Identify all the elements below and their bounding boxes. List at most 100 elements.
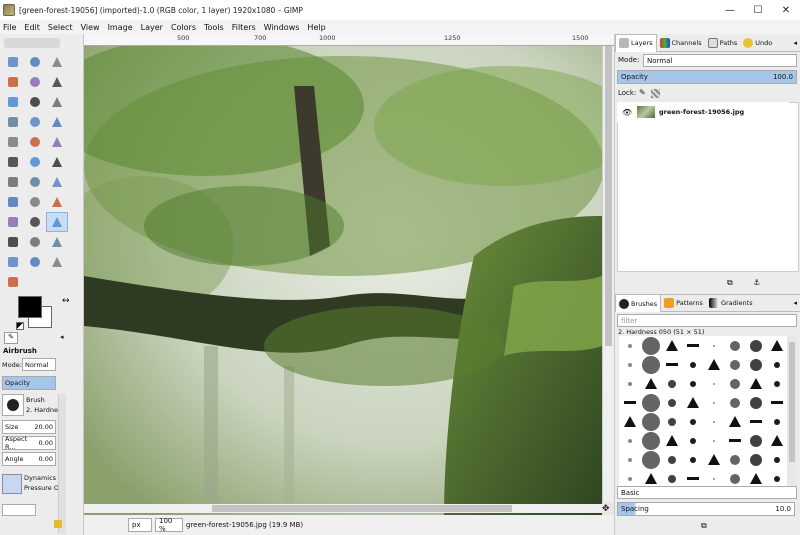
- select-by-color-tool[interactable]: [24, 72, 46, 92]
- scale-tool[interactable]: [2, 152, 24, 172]
- maximize-button[interactable]: ☐: [744, 0, 772, 20]
- brush-item[interactable]: [703, 355, 724, 374]
- eraser-tool[interactable]: [24, 212, 46, 232]
- brush-item[interactable]: [619, 393, 640, 412]
- perspective-clone-tool[interactable]: [2, 252, 24, 272]
- brush-item[interactable]: [745, 374, 766, 393]
- brush-item[interactable]: [703, 393, 724, 412]
- brush-item[interactable]: [682, 469, 703, 486]
- horizontal-scrollbar[interactable]: [84, 504, 602, 513]
- brush-item[interactable]: [682, 450, 703, 469]
- brush-item[interactable]: [661, 412, 682, 431]
- brush-item[interactable]: [661, 355, 682, 374]
- brush-item[interactable]: [640, 412, 661, 431]
- default-colors-icon[interactable]: [16, 322, 24, 330]
- flip-tool[interactable]: [2, 172, 24, 192]
- menu-select[interactable]: Select: [48, 23, 73, 32]
- tab-layers[interactable]: Layers: [615, 33, 657, 52]
- brush-item[interactable]: [745, 450, 766, 469]
- brush-item[interactable]: [724, 374, 745, 393]
- horizontal-scroll-thumb[interactable]: [212, 505, 512, 512]
- brushes-scrollbar[interactable]: [787, 336, 797, 486]
- menu-help[interactable]: Help: [307, 23, 325, 32]
- pencil-tool[interactable]: [46, 192, 68, 212]
- layer-mode-select[interactable]: Normal: [643, 54, 797, 67]
- brush-item[interactable]: [703, 336, 724, 355]
- brush-item[interactable]: [682, 431, 703, 450]
- menu-file[interactable]: File: [3, 23, 16, 32]
- tab-paths[interactable]: Paths: [705, 34, 741, 52]
- brush-item[interactable]: [745, 412, 766, 431]
- brush-item[interactable]: [724, 450, 745, 469]
- brush-item[interactable]: [766, 469, 787, 486]
- ellipse-select-tool[interactable]: [24, 52, 46, 72]
- brush-item[interactable]: [724, 469, 745, 486]
- brush-filter-input[interactable]: filter: [617, 314, 797, 327]
- brush-item[interactable]: [682, 393, 703, 412]
- brush-item[interactable]: [640, 374, 661, 393]
- text-tool[interactable]: [46, 172, 68, 192]
- dodge-burn-tool[interactable]: [2, 272, 24, 292]
- brush-item[interactable]: [766, 355, 787, 374]
- layer-opacity-slider[interactable]: Opacity 100.0: [617, 70, 797, 84]
- foreground-color[interactable]: [18, 296, 42, 318]
- mode-select[interactable]: Normal: [22, 358, 56, 371]
- brush-item[interactable]: [766, 336, 787, 355]
- fuzzy-select-tool[interactable]: [2, 72, 24, 92]
- menu-colors[interactable]: Colors: [171, 23, 196, 32]
- spacing-slider[interactable]: Spacing 10.0: [617, 502, 795, 516]
- rotate-tool[interactable]: [46, 132, 68, 152]
- color-picker-tool[interactable]: [46, 92, 68, 112]
- brush-item[interactable]: [724, 336, 745, 355]
- tab-brushes[interactable]: Brushes: [615, 294, 662, 312]
- brush-item[interactable]: [619, 469, 640, 486]
- brush-item[interactable]: [619, 412, 640, 431]
- shear-tool[interactable]: [24, 152, 46, 172]
- tool-options-tab-icon[interactable]: ✎: [4, 332, 18, 344]
- eye-icon[interactable]: 👁: [622, 108, 632, 117]
- menu-image[interactable]: Image: [108, 23, 133, 32]
- brush-item[interactable]: [640, 450, 661, 469]
- blur-tool[interactable]: [24, 252, 46, 272]
- anchor-icon[interactable]: ⚓: [753, 278, 760, 287]
- tab-undo[interactable]: Undo: [740, 34, 775, 52]
- brush-item[interactable]: [640, 431, 661, 450]
- brush-item[interactable]: [745, 336, 766, 355]
- menu-filters[interactable]: Filters: [232, 23, 256, 32]
- opacity-slider[interactable]: Opacity: [2, 376, 56, 390]
- dynamics-icon[interactable]: [2, 474, 22, 494]
- heal-tool[interactable]: [46, 232, 68, 252]
- brush-item[interactable]: [724, 393, 745, 412]
- bucket-fill-tool[interactable]: [2, 192, 24, 212]
- brush-item[interactable]: [640, 355, 661, 374]
- brush-item[interactable]: [745, 355, 766, 374]
- lock-alpha-icon[interactable]: [651, 89, 660, 98]
- brush-item[interactable]: [619, 450, 640, 469]
- brush-preset-select[interactable]: Basic: [617, 486, 797, 499]
- tab-channels[interactable]: Channels: [657, 34, 705, 52]
- swap-colors-icon[interactable]: ↔: [62, 296, 70, 306]
- brush-item[interactable]: [619, 374, 640, 393]
- size-slider[interactable]: Size 20.00: [2, 420, 56, 434]
- minimize-button[interactable]: —: [716, 0, 744, 20]
- aspect-ratio-slider[interactable]: Aspect R... 0.00: [2, 435, 56, 451]
- brush-item[interactable]: [703, 374, 724, 393]
- vertical-scroll-thumb[interactable]: [605, 46, 612, 346]
- brush-item[interactable]: [745, 393, 766, 412]
- foreground-select-tool[interactable]: [2, 92, 24, 112]
- brushes-scroll-thumb[interactable]: [789, 342, 795, 462]
- menu-view[interactable]: View: [81, 23, 100, 32]
- brush-item[interactable]: [619, 355, 640, 374]
- panel-menu-icon[interactable]: ◂: [60, 333, 64, 341]
- smudge-tool[interactable]: [46, 252, 68, 272]
- perspective-tool[interactable]: [46, 152, 68, 172]
- brush-item[interactable]: [766, 431, 787, 450]
- angle-slider[interactable]: Angle 0.00: [2, 452, 56, 466]
- menu-windows[interactable]: Windows: [264, 23, 300, 32]
- navigate-icon[interactable]: ✥: [602, 504, 610, 514]
- move-tool[interactable]: [46, 112, 68, 132]
- brush-item[interactable]: [724, 412, 745, 431]
- menu-layer[interactable]: Layer: [141, 23, 163, 32]
- brush-item[interactable]: [661, 393, 682, 412]
- brush-item[interactable]: [682, 336, 703, 355]
